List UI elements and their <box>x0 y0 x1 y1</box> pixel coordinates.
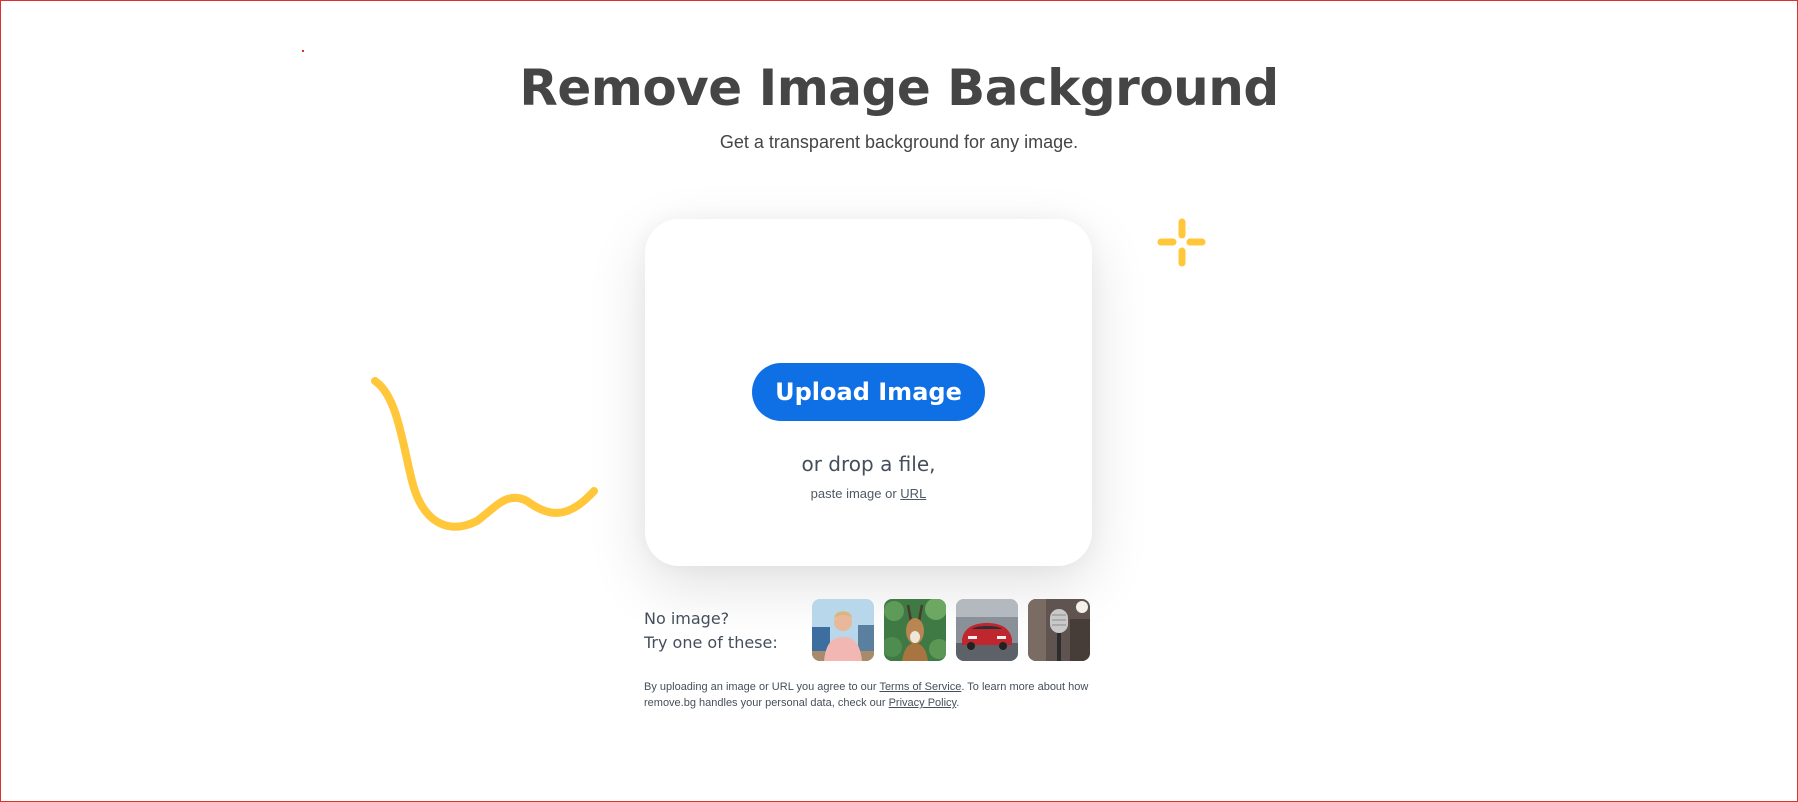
privacy-policy-link[interactable]: Privacy Policy <box>889 697 957 709</box>
upload-image-button[interactable]: Upload Image <box>752 363 985 421</box>
sample-prompt-line-1: No image? <box>644 609 730 628</box>
sample-image-microphone[interactable] <box>1028 599 1090 661</box>
paste-hint: paste image or URL <box>645 486 1092 501</box>
sample-images <box>812 599 1090 661</box>
url-link[interactable]: URL <box>900 486 926 501</box>
decorative-dot <box>302 50 304 52</box>
page-frame: Remove Image Background Get a transparen… <box>0 0 1798 802</box>
legal-notice: By uploading an image or URL you agree t… <box>644 679 1094 711</box>
squiggle-decoration-icon <box>371 377 598 531</box>
antelope-photo-icon <box>884 599 946 661</box>
legal-text-1: By uploading an image or URL you agree t… <box>644 681 880 693</box>
paste-hint-text: paste image or <box>810 486 897 501</box>
sample-image-person[interactable] <box>812 599 874 661</box>
sample-prompt: No image? Try one of these: <box>644 607 778 655</box>
sample-image-car[interactable] <box>956 599 1018 661</box>
sample-image-antelope[interactable] <box>884 599 946 661</box>
terms-of-service-link[interactable]: Terms of Service <box>879 681 961 693</box>
sample-prompt-line-2: Try one of these: <box>644 633 778 652</box>
sparkle-decoration-icon <box>1157 218 1206 267</box>
microphone-photo-icon <box>1028 599 1090 661</box>
page-subtitle: Get a transparent background for any ima… <box>719 132 1079 152</box>
car-photo-icon <box>956 599 1018 661</box>
upload-dropzone[interactable]: Upload Image or drop a file, paste image… <box>645 219 1092 566</box>
drop-file-text: or drop a file, <box>801 452 936 476</box>
person-photo-icon <box>812 599 874 661</box>
page-title: Remove Image Background <box>519 59 1279 117</box>
legal-text-3: . <box>956 697 960 709</box>
